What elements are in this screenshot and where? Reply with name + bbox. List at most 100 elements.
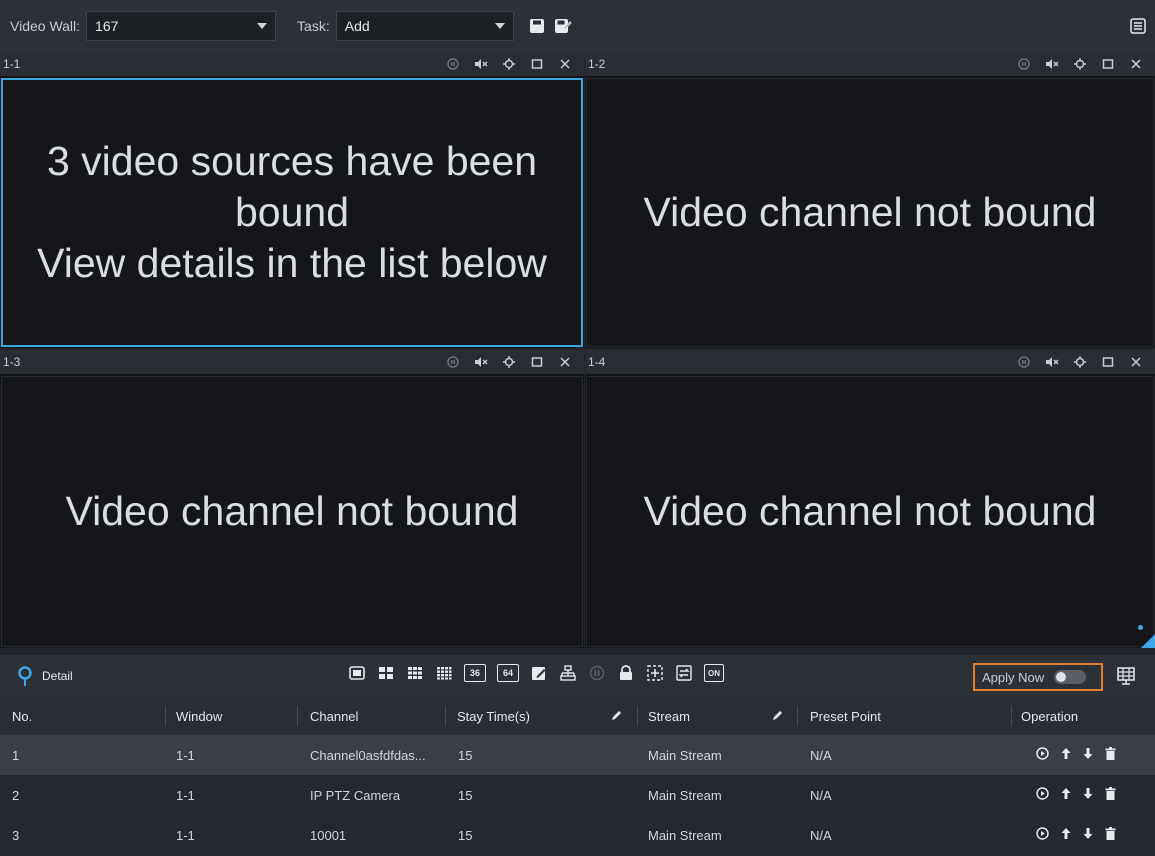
- chevron-down-icon: [257, 23, 268, 29]
- screen-layout-icon[interactable]: [1117, 667, 1135, 685]
- mute-icon[interactable]: [474, 355, 488, 369]
- layout-36-button[interactable]: 36: [464, 664, 486, 682]
- layout-16-icon[interactable]: [435, 664, 453, 682]
- task-label: Task:: [297, 18, 330, 34]
- move-up-icon[interactable]: [1061, 747, 1071, 763]
- pane-title-bar: 1-1: [0, 52, 584, 76]
- pane-message-line: bound: [234, 188, 349, 235]
- cell-channel: IP PTZ Camera: [310, 787, 401, 803]
- instant-replay-icon[interactable]: [446, 355, 460, 369]
- close-icon[interactable]: [558, 57, 572, 71]
- pane-message-line: 3 video sources have been: [46, 137, 538, 184]
- ptz-icon[interactable]: [1036, 787, 1049, 803]
- delete-icon[interactable]: [1105, 787, 1116, 803]
- row-operations: [1036, 747, 1116, 763]
- maximize-icon[interactable]: [530, 57, 544, 71]
- table-row[interactable]: 3 1-1 10001 15 Main Stream N/A: [0, 815, 1155, 855]
- video-wall-app: Video Wall: 167 Task: Add 1-1 3 video so…: [0, 0, 1155, 856]
- list-view-icon[interactable]: [1127, 15, 1149, 37]
- video-wall-select[interactable]: 167: [86, 11, 277, 41]
- corner-resize-handle[interactable]: [1141, 634, 1155, 648]
- save-icon[interactable]: [526, 15, 548, 37]
- toggle-switch[interactable]: [1054, 670, 1087, 684]
- video-pane-1-3[interactable]: 1-3 Video channel not bound: [0, 350, 584, 648]
- video-pane-1-2[interactable]: 1-2 Video channel not bound: [585, 52, 1155, 348]
- maximize-icon[interactable]: [1101, 57, 1115, 71]
- layout-4-icon[interactable]: [377, 664, 395, 682]
- move-up-icon[interactable]: [1061, 787, 1071, 803]
- layout-64-button[interactable]: 64: [497, 664, 519, 682]
- task-select[interactable]: Add: [335, 11, 514, 41]
- col-stream: Stream: [648, 708, 690, 724]
- cell-stream: Main Stream: [648, 747, 722, 763]
- cell-preset: N/A: [810, 787, 832, 803]
- lock-icon[interactable]: [617, 664, 635, 682]
- target-icon[interactable]: [1073, 355, 1087, 369]
- add-window-icon[interactable]: [646, 664, 664, 682]
- pane-screen: Video channel not bound: [586, 376, 1154, 647]
- instant-replay-icon[interactable]: [1017, 355, 1031, 369]
- col-channel: Channel: [310, 708, 359, 724]
- video-wall-value: 167: [95, 18, 119, 34]
- close-icon[interactable]: [1129, 355, 1143, 369]
- pane-id: 1-2: [588, 57, 606, 71]
- edit-icon[interactable]: [530, 664, 548, 682]
- apply-now-label: Apply Now: [982, 669, 1045, 685]
- video-pane-1-4[interactable]: 1-4 Video channel not bound: [585, 350, 1155, 648]
- detail-table: No. Window Channel Stay Time(s) Stream P…: [0, 697, 1155, 855]
- apply-now-toggle[interactable]: Apply Now: [973, 663, 1103, 691]
- layout-1-icon[interactable]: [348, 664, 366, 682]
- instant-replay-icon[interactable]: [1017, 57, 1031, 71]
- layout-9-icon[interactable]: [406, 664, 424, 682]
- cell-stay: 15: [458, 787, 473, 803]
- video-wall-label: Video Wall:: [10, 18, 81, 34]
- close-icon[interactable]: [558, 355, 572, 369]
- mute-icon[interactable]: [1045, 57, 1059, 71]
- detail-label: Detail: [42, 669, 73, 683]
- table-row[interactable]: 2 1-1 IP PTZ Camera 15 Main Stream N/A: [0, 775, 1155, 815]
- edit-stay-icon[interactable]: [611, 709, 623, 724]
- col-window: Window: [176, 708, 223, 724]
- location-pin-icon: [18, 666, 32, 686]
- swap-icon[interactable]: [675, 664, 693, 682]
- move-down-icon[interactable]: [1083, 787, 1093, 803]
- target-icon[interactable]: [502, 57, 516, 71]
- mute-icon[interactable]: [474, 57, 488, 71]
- delete-icon[interactable]: [1105, 747, 1116, 763]
- close-icon[interactable]: [1129, 57, 1143, 71]
- target-icon[interactable]: [1073, 57, 1087, 71]
- move-up-icon[interactable]: [1061, 827, 1071, 843]
- cell-preset: N/A: [810, 747, 832, 763]
- task-value: Add: [344, 18, 370, 34]
- pane-message-line: Video channel not bound: [643, 188, 1097, 235]
- move-down-icon[interactable]: [1083, 747, 1093, 763]
- cell-window: 1-1: [176, 827, 195, 843]
- mute-icon[interactable]: [1045, 355, 1059, 369]
- table-header: No. Window Channel Stay Time(s) Stream P…: [0, 697, 1155, 735]
- table-row[interactable]: 1 1-1 Channel0asfdfdas... 15 Main Stream…: [0, 735, 1155, 775]
- save-as-icon[interactable]: [552, 15, 574, 37]
- ptz-icon[interactable]: [1036, 747, 1049, 763]
- col-no: No.: [12, 708, 33, 724]
- delete-icon[interactable]: [1105, 827, 1116, 843]
- column-divider: [297, 706, 298, 726]
- playback-icon[interactable]: [588, 664, 606, 682]
- target-icon[interactable]: [502, 355, 516, 369]
- video-pane-1-1[interactable]: 1-1 3 video sources have been bound View…: [0, 52, 584, 348]
- move-down-icon[interactable]: [1083, 827, 1093, 843]
- cell-preset: N/A: [810, 827, 832, 843]
- maximize-icon[interactable]: [530, 355, 544, 369]
- power-on-icon[interactable]: ON: [704, 664, 724, 682]
- pane-title-bar: 1-3: [0, 350, 584, 374]
- ptz-icon[interactable]: [1036, 827, 1049, 843]
- split-screen-icon[interactable]: [559, 664, 577, 682]
- column-divider: [1011, 706, 1012, 726]
- maximize-icon[interactable]: [1101, 355, 1115, 369]
- instant-replay-icon[interactable]: [446, 57, 460, 71]
- pane-id: 1-4: [588, 355, 606, 369]
- pane-title-bar: 1-2: [585, 52, 1155, 76]
- pane-message-line: Video channel not bound: [65, 487, 519, 534]
- edit-stream-icon[interactable]: [772, 709, 784, 724]
- status-dot: [1138, 625, 1143, 630]
- layout-tools: 36 64 ON: [348, 664, 724, 682]
